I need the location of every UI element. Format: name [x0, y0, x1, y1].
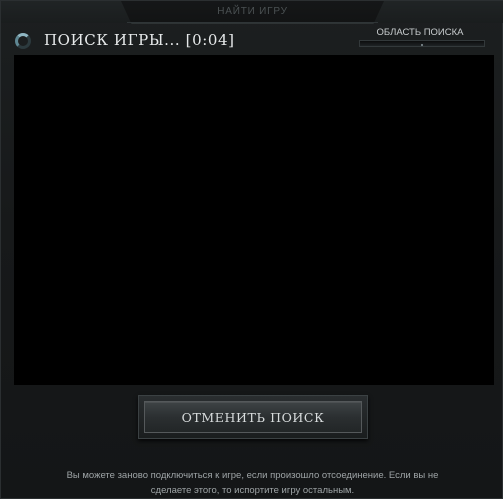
reconnect-notice-line-2: сделаете этого, то испортите игру осталь…: [150, 485, 355, 496]
cancel-search-button[interactable]: ОТМЕНИТЬ ПОИСК: [144, 401, 362, 433]
cancel-search-label: ОТМЕНИТЬ ПОИСК: [181, 409, 325, 425]
search-region-slider[interactable]: [359, 40, 485, 47]
search-region-slider-thumb[interactable]: [421, 44, 423, 46]
search-viewport: [14, 55, 494, 385]
panel-title: НАЙТИ ИГРУ: [217, 6, 288, 17]
header-divider: [127, 22, 378, 23]
cancel-button-frame: ОТМЕНИТЬ ПОИСК: [138, 395, 368, 439]
search-status-text: ПОИСК ИГРЫ... [0:04]: [44, 31, 235, 49]
reconnect-notice: Вы можете заново подключиться к игре, ес…: [41, 468, 464, 498]
reconnect-notice-line-1: Вы можете заново подключиться к игре, ес…: [66, 470, 439, 481]
loading-spinner-icon: [15, 33, 31, 49]
find-game-panel: НАЙТИ ИГРУ ПОИСК ИГРЫ... [0:04] ОБЛАСТЬ …: [0, 0, 503, 499]
search-region-label: ОБЛАСТЬ ПОИСКА: [376, 27, 464, 38]
